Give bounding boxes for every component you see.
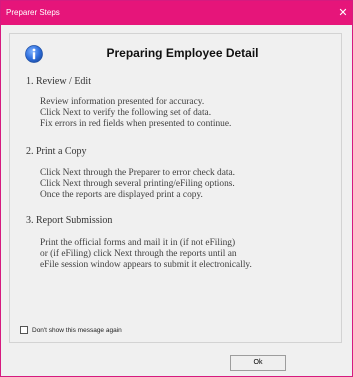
section-line: Fix errors in red fields when presented … bbox=[40, 119, 232, 129]
section-line: Review information presented for accurac… bbox=[40, 97, 205, 107]
section-line: or (if eFiling) click Next through the r… bbox=[40, 249, 237, 259]
section-title-review: 1. Review / Edit bbox=[26, 76, 91, 87]
section-line: Click Next through several printing/eFil… bbox=[40, 179, 235, 189]
section-body-review: Review information presented for accurac… bbox=[40, 97, 231, 130]
window-title: Preparer Steps bbox=[6, 8, 60, 17]
content-panel: Preparing Employee Detail 1. Review / Ed… bbox=[9, 33, 342, 343]
section-body-print: Click Next through the Preparer to error… bbox=[40, 168, 235, 201]
title-bar[interactable]: Preparer Steps ✕ bbox=[1, 1, 352, 25]
dont-show-again-label: Don't show this message again bbox=[32, 326, 122, 334]
section-title-print: 2. Print a Copy bbox=[26, 146, 87, 157]
close-icon[interactable]: ✕ bbox=[336, 1, 350, 25]
ok-button[interactable]: Ok bbox=[230, 355, 286, 371]
section-line: Print the official forms and mail it in … bbox=[40, 238, 236, 248]
info-icon bbox=[25, 45, 43, 63]
section-line: Click Next to verify the following set o… bbox=[40, 108, 212, 118]
dont-show-again-row[interactable]: Don't show this message again bbox=[20, 324, 122, 336]
section-line: Once the reports are displayed print a c… bbox=[40, 190, 203, 200]
dialog-heading: Preparing Employee Detail bbox=[106, 46, 259, 60]
dont-show-again-checkbox[interactable] bbox=[20, 326, 28, 334]
section-line: eFile session window appears to submit i… bbox=[40, 260, 252, 270]
section-title-submission: 3. Report Submission bbox=[26, 215, 113, 226]
dialog-window: Preparer Steps ✕ Preparing Employee Deta… bbox=[0, 0, 353, 377]
section-line: Click Next through the Preparer to error… bbox=[40, 168, 235, 178]
section-body-submission: Print the official forms and mail it in … bbox=[40, 238, 252, 271]
